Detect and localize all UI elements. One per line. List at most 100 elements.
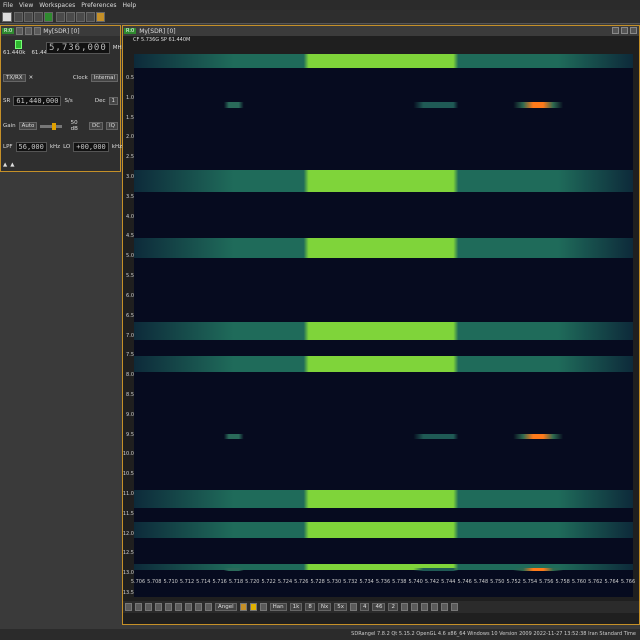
time-tick-label: 4.5: [126, 233, 134, 240]
collapse-icon[interactable]: ▲: [3, 162, 7, 168]
center-frequency-dial[interactable]: 5,736,000: [46, 42, 110, 54]
pen-icon[interactable]: [450, 603, 458, 611]
frequency-tick-label: 5.726: [294, 579, 309, 585]
add-feature-icon[interactable]: [44, 12, 53, 22]
spectrum-header: R:0 My[SDR] [0]: [123, 26, 639, 36]
time-tick-label: 7.0: [126, 332, 134, 339]
gain-row: Gain Auto 50 dB DC IQ: [3, 120, 118, 132]
waterfall-icon[interactable]: [135, 603, 142, 611]
frequency-tick-label: 5.730: [326, 579, 342, 585]
gain-mode-select[interactable]: Auto: [18, 122, 38, 130]
frequency-tick-label: 5.732: [343, 579, 358, 585]
max-hold-icon[interactable]: [185, 603, 192, 611]
color-map-icon[interactable]: [259, 603, 267, 611]
waterfall-plot[interactable]: [134, 54, 633, 597]
frequency-tick-label: 5.740: [408, 579, 423, 585]
frequency-tick-label: 5.742: [424, 579, 440, 585]
close-icon[interactable]: [630, 27, 637, 34]
menu-preferences[interactable]: Preferences: [81, 2, 116, 9]
lpf-dial[interactable]: 56,000: [15, 142, 47, 152]
lo-unit: kHz: [111, 144, 122, 150]
menu-help[interactable]: Help: [123, 2, 137, 9]
workspace-icon[interactable]: [2, 12, 12, 22]
play-icon[interactable]: [400, 603, 408, 611]
marker-icon[interactable]: [195, 603, 202, 611]
freeze-icon[interactable]: [239, 603, 247, 611]
measure-icon[interactable]: [430, 603, 438, 611]
window-controls: [612, 27, 637, 34]
frequency-tick-label: 5.746: [457, 579, 472, 585]
signal-band: [134, 238, 633, 258]
expand-icon[interactable]: ▲: [10, 162, 14, 168]
time-tick-label: 12.5: [122, 550, 134, 557]
stack-icon[interactable]: [76, 12, 85, 22]
time-tick-label: 10.5: [122, 471, 134, 478]
window-select[interactable]: Han: [269, 603, 287, 611]
sample-rate-dial[interactable]: 61,440,000: [13, 96, 62, 106]
info-icon[interactable]: [34, 27, 42, 35]
averaging-select[interactable]: 8: [305, 603, 315, 611]
time-tick-label: 5.0: [126, 253, 134, 260]
ref-level-select[interactable]: 4: [359, 603, 370, 611]
frequency-tick-label: 5.760: [571, 579, 587, 585]
fill-icon[interactable]: [155, 603, 162, 611]
dec-select[interactable]: 1: [108, 97, 118, 105]
time-tick-label: 6.0: [126, 292, 134, 299]
frequency-tick-label: 5.706: [130, 579, 146, 585]
refresh-select[interactable]: 5x: [334, 603, 347, 611]
cascade-icon[interactable]: [56, 12, 65, 22]
gain-slider[interactable]: [40, 122, 62, 130]
save-icon[interactable]: [410, 603, 418, 611]
add-rx-device-icon[interactable]: [14, 12, 23, 22]
lo-dial[interactable]: +00,000: [73, 142, 109, 152]
time-tick-label: 8.0: [126, 372, 134, 379]
maximize-icon[interactable]: [621, 27, 628, 34]
time-tick-label: 1.5: [126, 114, 134, 121]
range-select[interactable]: 46: [372, 603, 386, 611]
lock-icon[interactable]: [86, 12, 95, 22]
spectrum-icon[interactable]: [125, 603, 132, 611]
clock-select[interactable]: Internal: [90, 74, 118, 82]
edit-icon[interactable]: [440, 603, 448, 611]
time-tick-label: 5.5: [126, 273, 134, 280]
device-icon[interactable]: [25, 27, 33, 35]
time-tick-label: 11.5: [122, 510, 134, 517]
autoscale-icon[interactable]: [349, 603, 357, 611]
signal-band: [134, 522, 633, 538]
highlight-icon[interactable]: [249, 603, 257, 611]
time-tick-label: 3.5: [126, 193, 134, 200]
settings-icon[interactable]: [16, 27, 24, 35]
tile-icon[interactable]: [66, 12, 75, 22]
menu-view[interactable]: View: [19, 2, 33, 9]
iq-button[interactable]: IQ: [106, 122, 118, 130]
dc-button[interactable]: DC: [88, 122, 104, 130]
clear-icon[interactable]: ✕: [29, 75, 34, 81]
mode-select[interactable]: TX/RX: [3, 74, 26, 82]
grid-icon[interactable]: [165, 603, 172, 611]
angle-select[interactable]: Angel: [215, 603, 237, 611]
peak-icon[interactable]: [175, 603, 182, 611]
add-mimo-device-icon[interactable]: [34, 12, 43, 22]
add-tx-device-icon[interactable]: [24, 12, 33, 22]
lpf-row: LPF 56,000 kHz LO +00,000 kHz: [3, 142, 122, 152]
fft-size-select[interactable]: 1k: [289, 603, 303, 611]
cross-icon[interactable]: [145, 603, 152, 611]
step-select[interactable]: 2: [388, 603, 398, 611]
gain-label: Gain: [3, 123, 16, 129]
help-icon[interactable]: [612, 27, 619, 34]
workspace-toolbar: [0, 10, 640, 24]
time-tick-label: 10.0: [122, 451, 134, 458]
frequency-tick-label: 5.708: [147, 579, 162, 585]
auto-stack-icon[interactable]: [96, 12, 105, 22]
menu-file[interactable]: File: [3, 2, 13, 9]
panel-footer: ▲ ▲: [3, 162, 118, 168]
start-stop-button[interactable]: [15, 40, 22, 49]
gain-value: 50 dB: [70, 120, 78, 132]
menu-workspaces[interactable]: Workspaces: [39, 2, 75, 9]
avg-mode-select[interactable]: Nx: [317, 603, 332, 611]
time-tick-label: 7.5: [126, 352, 134, 359]
calibration-icon[interactable]: [420, 603, 428, 611]
annotation-icon[interactable]: [205, 603, 212, 611]
time-tick-label: 6.5: [126, 312, 134, 319]
signal-band: [134, 322, 633, 340]
